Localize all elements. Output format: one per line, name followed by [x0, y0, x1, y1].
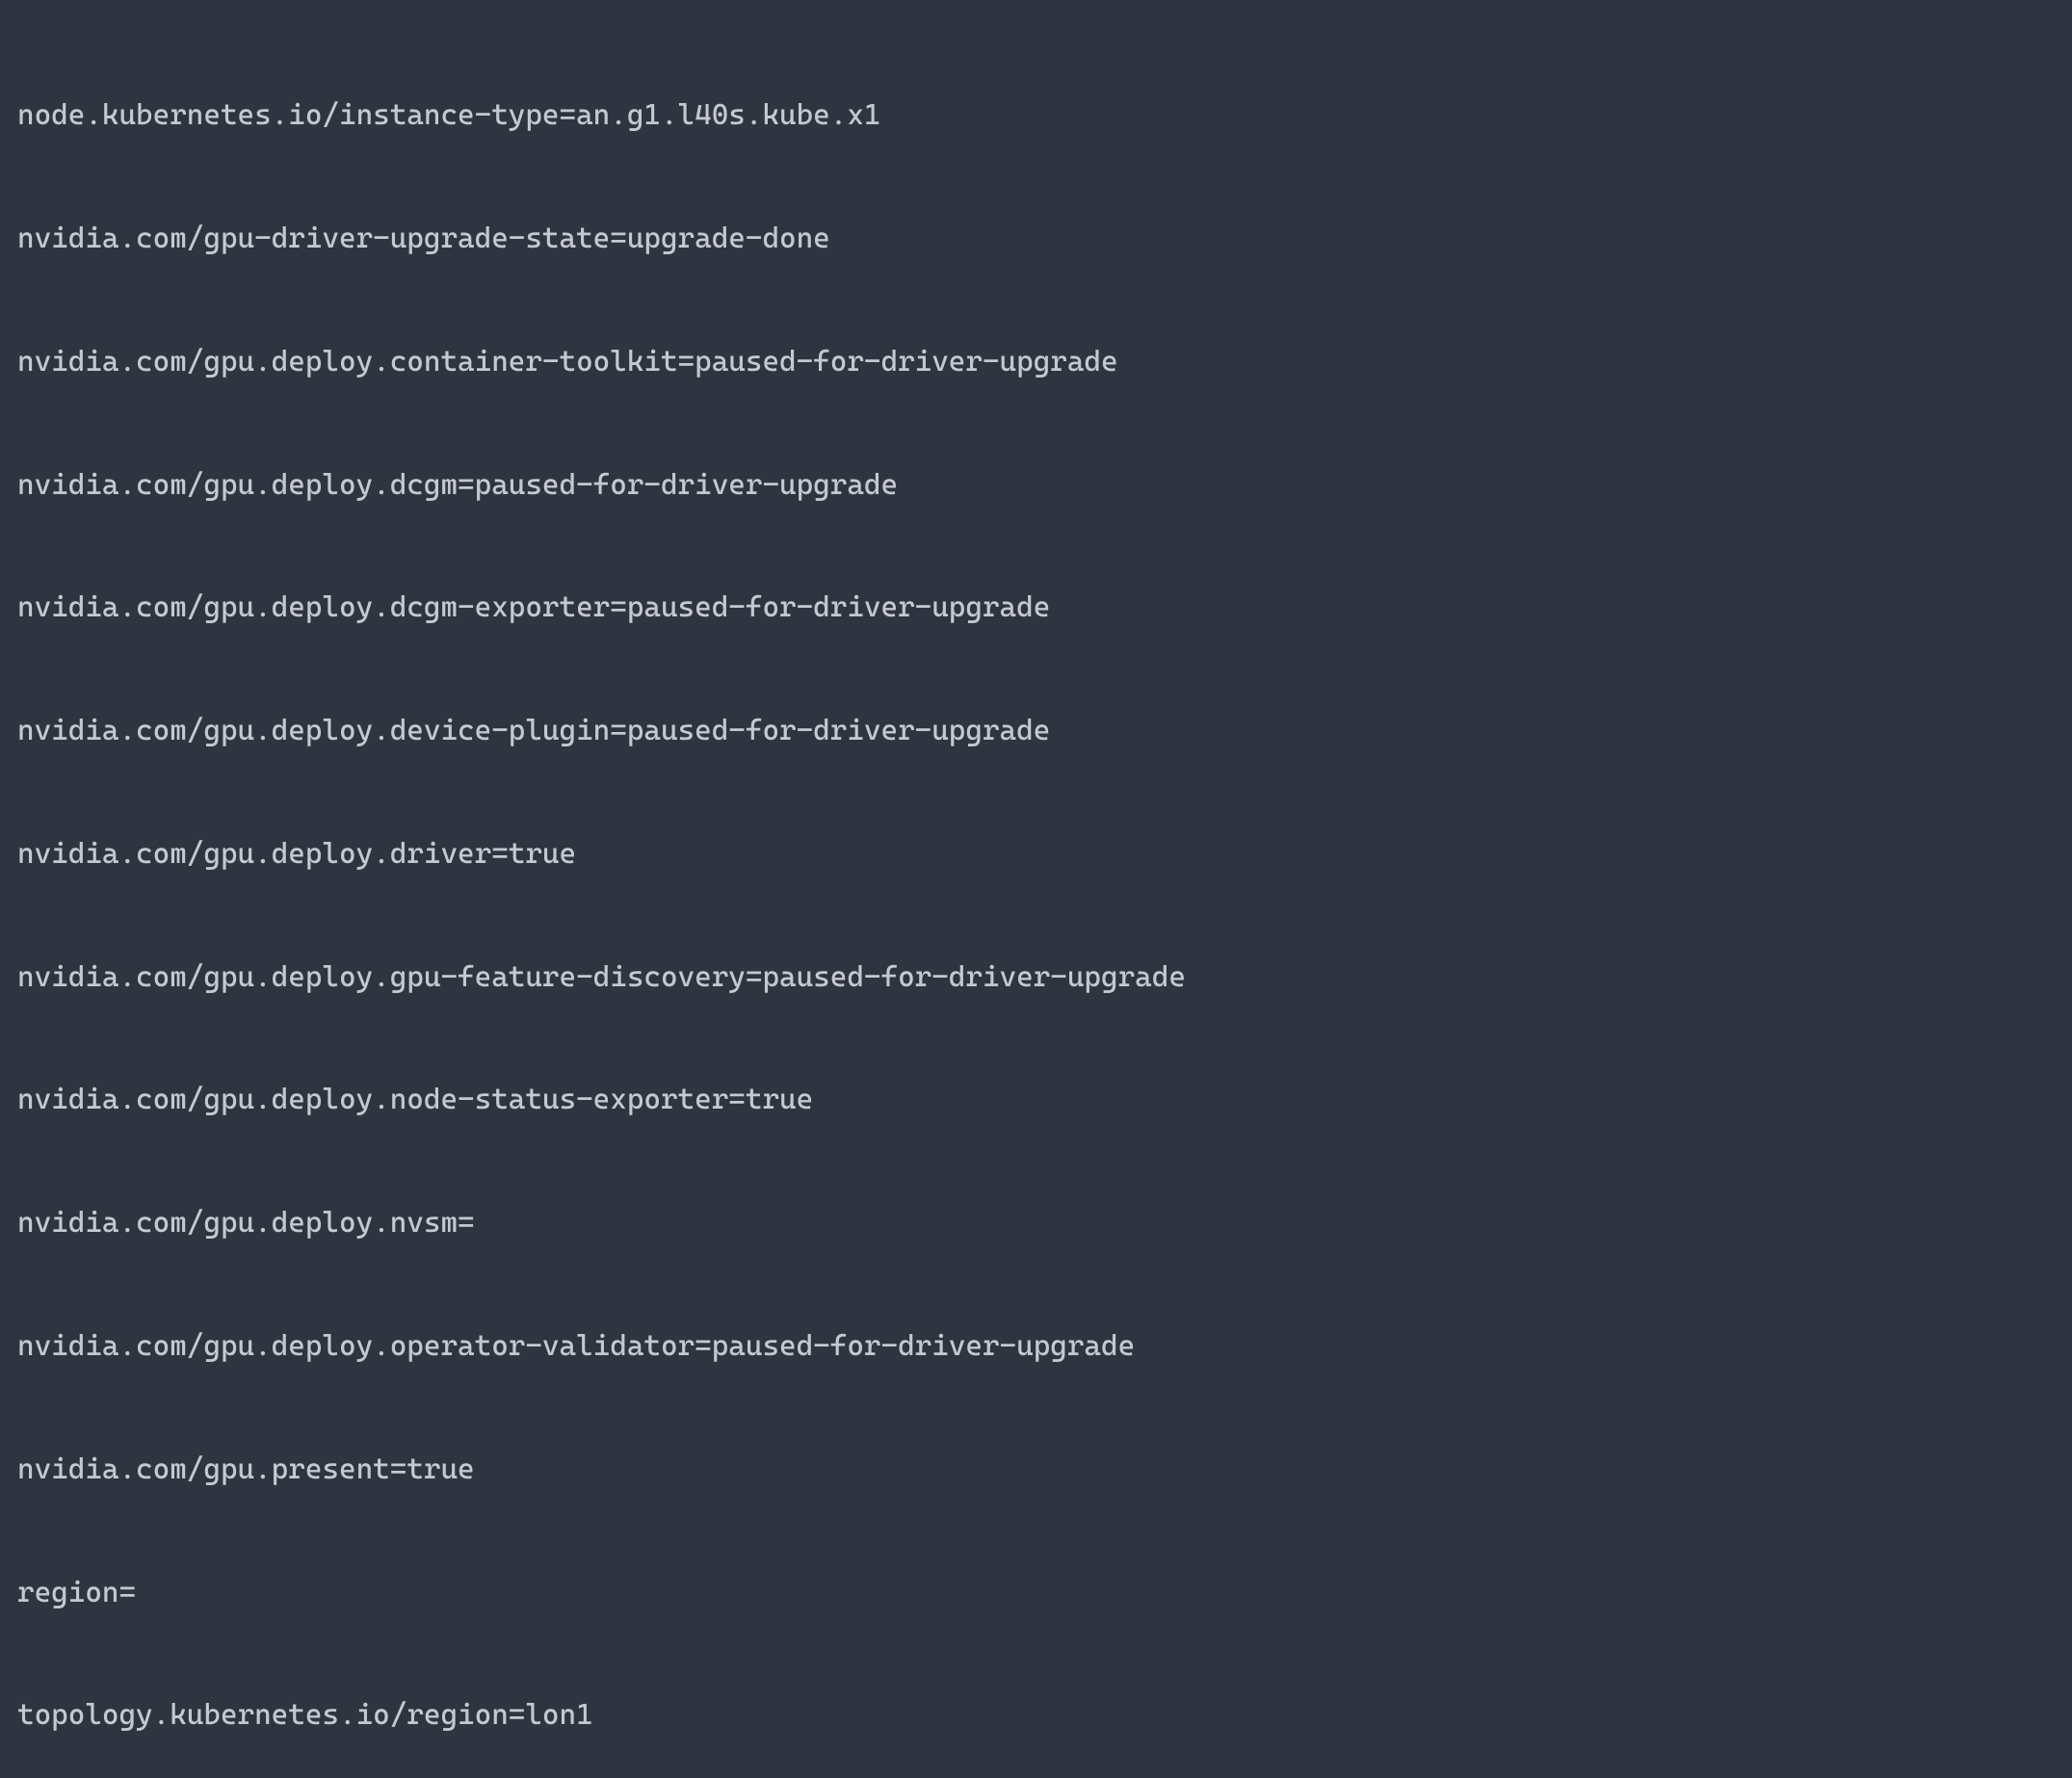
- output-line: nvidia.com/gpu.deploy.dcgm=paused-for-dr…: [17, 465, 2055, 507]
- output-line: nvidia.com/gpu-driver-upgrade-state=upgr…: [17, 219, 2055, 260]
- output-line: nvidia.com/gpu.deploy.operator-validator…: [17, 1326, 2055, 1368]
- output-line: nvidia.com/gpu.present=true: [17, 1450, 2055, 1491]
- output-line: nvidia.com/gpu.deploy.device-plugin=paus…: [17, 711, 2055, 752]
- output-line: nvidia.com/gpu.deploy.container-toolkit=…: [17, 342, 2055, 383]
- output-line: nvidia.com/gpu.deploy.nvsm=: [17, 1203, 2055, 1244]
- output-line: nvidia.com/gpu.deploy.node-status-export…: [17, 1080, 2055, 1121]
- output-line: region=: [17, 1573, 2055, 1614]
- terminal-output[interactable]: node.kubernetes.io/instance-type=an.g1.l…: [17, 13, 2055, 1778]
- output-line: nvidia.com/gpu.deploy.driver=true: [17, 834, 2055, 876]
- output-line: node.kubernetes.io/instance-type=an.g1.l…: [17, 95, 2055, 137]
- output-line: nvidia.com/gpu.deploy.gpu-feature-discov…: [17, 957, 2055, 999]
- output-line: topology.kubernetes.io/region=lon1: [17, 1695, 2055, 1737]
- output-line: nvidia.com/gpu.deploy.dcgm-exporter=paus…: [17, 588, 2055, 629]
